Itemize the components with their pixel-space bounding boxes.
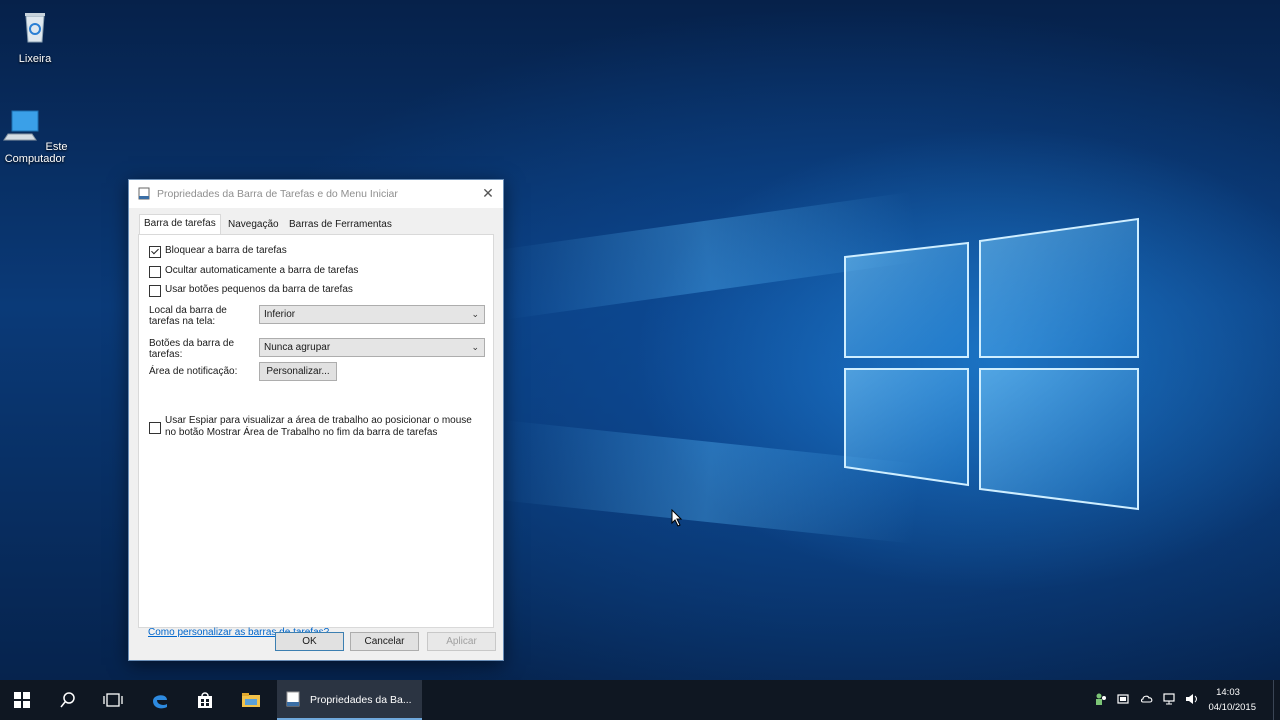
edge-button[interactable] (138, 680, 182, 720)
small-buttons-checkbox-row[interactable]: Usar botões pequenos da barra de tarefas (149, 284, 353, 297)
taskbar-properties-icon (286, 691, 300, 707)
search-button[interactable] (46, 680, 90, 720)
cloud-icon[interactable] (1140, 692, 1154, 706)
battery-drive-icon[interactable] (1116, 692, 1130, 706)
buttons-label: Botões da barra de tarefas: (149, 338, 235, 360)
small-buttons-label: Usar botões pequenos da barra de tarefas (165, 284, 353, 295)
lock-taskbar-label: Bloquear a barra de tarefas (165, 245, 287, 256)
taskbar-properties-icon (138, 187, 150, 200)
mouse-cursor-icon (671, 509, 683, 527)
people-icon[interactable] (1094, 692, 1108, 706)
tab-navigation[interactable]: Navegação (224, 216, 283, 234)
start-button[interactable] (0, 680, 44, 720)
customize-button[interactable]: Personalizar... (259, 362, 337, 381)
edge-browser-icon (153, 695, 167, 709)
task-view-button[interactable] (91, 680, 135, 720)
recycle-bin-icon (25, 13, 45, 43)
this-pc-desktop-icon[interactable]: Este Computador (0, 106, 70, 165)
store-button[interactable] (183, 680, 227, 720)
tab-taskbar[interactable]: Barra de tarefas (139, 214, 221, 235)
autohide-checkbox[interactable] (149, 266, 161, 278)
ok-button[interactable]: OK (275, 632, 344, 651)
recycle-bin-label: Lixeira (18, 53, 52, 65)
file-explorer-button[interactable] (229, 680, 273, 720)
location-label: Local da barra de tarefas na tela: (149, 305, 227, 327)
recycle-bin-desktop-icon[interactable]: Lixeira (0, 6, 70, 65)
taskbar-properties-dialog: Propriedades da Barra de Tarefas e do Me… (128, 179, 504, 661)
combine-buttons-select[interactable]: Nunca agrupar ⌄ (259, 338, 485, 357)
lock-taskbar-checkbox[interactable] (149, 246, 161, 258)
tab-panel: Bloquear a barra de tarefas Ocultar auto… (138, 234, 494, 628)
clock-date[interactable]: 04/10/2015 (1208, 702, 1256, 713)
show-desktop-button[interactable] (1273, 680, 1280, 720)
notification-area-label: Área de notificação: (149, 366, 238, 377)
autohide-label: Ocultar automaticamente a barra de taref… (165, 265, 359, 276)
cancel-button[interactable]: Cancelar (350, 632, 419, 651)
computer-icon (3, 110, 39, 141)
tab-toolbars[interactable]: Barras de Ferramentas (285, 216, 396, 234)
network-icon[interactable] (1162, 692, 1176, 706)
dialog-title: Propriedades da Barra de Tarefas e do Me… (157, 188, 398, 200)
peek-checkbox[interactable] (149, 422, 161, 434)
taskbar-app-label: Propriedades da Ba... (310, 694, 412, 706)
file-explorer-icon (242, 693, 260, 707)
clock-time[interactable]: 14:03 (1206, 687, 1250, 698)
task-view-icon (103, 693, 123, 707)
peek-label: Usar Espiar para visualizar a área de tr… (165, 415, 472, 438)
store-icon (198, 692, 212, 708)
combine-buttons-value: Nunca agrupar (264, 342, 331, 353)
close-icon: ✕ (482, 185, 494, 201)
lock-taskbar-checkbox-row[interactable]: Bloquear a barra de tarefas (149, 245, 287, 258)
windows-logo-wallpaper (844, 217, 1139, 511)
location-value: Inferior (264, 309, 296, 320)
apply-button[interactable]: Aplicar (427, 632, 496, 651)
chevron-down-icon: ⌄ (471, 309, 479, 319)
dialog-titlebar[interactable]: Propriedades da Barra de Tarefas e do Me… (129, 180, 503, 208)
dialog-body: Barra de tarefas Navegação Barras de Fer… (129, 208, 503, 660)
autohide-checkbox-row[interactable]: Ocultar automaticamente a barra de taref… (149, 265, 358, 278)
location-select[interactable]: Inferior ⌄ (259, 305, 485, 324)
volume-icon[interactable] (1185, 692, 1199, 706)
taskbar-app-taskbar-properties[interactable]: Propriedades da Ba... (277, 680, 422, 720)
search-icon (60, 692, 75, 708)
chevron-down-icon: ⌄ (471, 342, 479, 352)
windows-start-icon (14, 692, 30, 708)
taskbar: Propriedades da Ba... 14:03 04/10/2015 (0, 680, 1280, 720)
peek-checkbox-row[interactable]: Usar Espiar para visualizar a área de tr… (149, 415, 479, 439)
close-button[interactable]: ✕ (479, 184, 497, 202)
small-buttons-checkbox[interactable] (149, 285, 161, 297)
